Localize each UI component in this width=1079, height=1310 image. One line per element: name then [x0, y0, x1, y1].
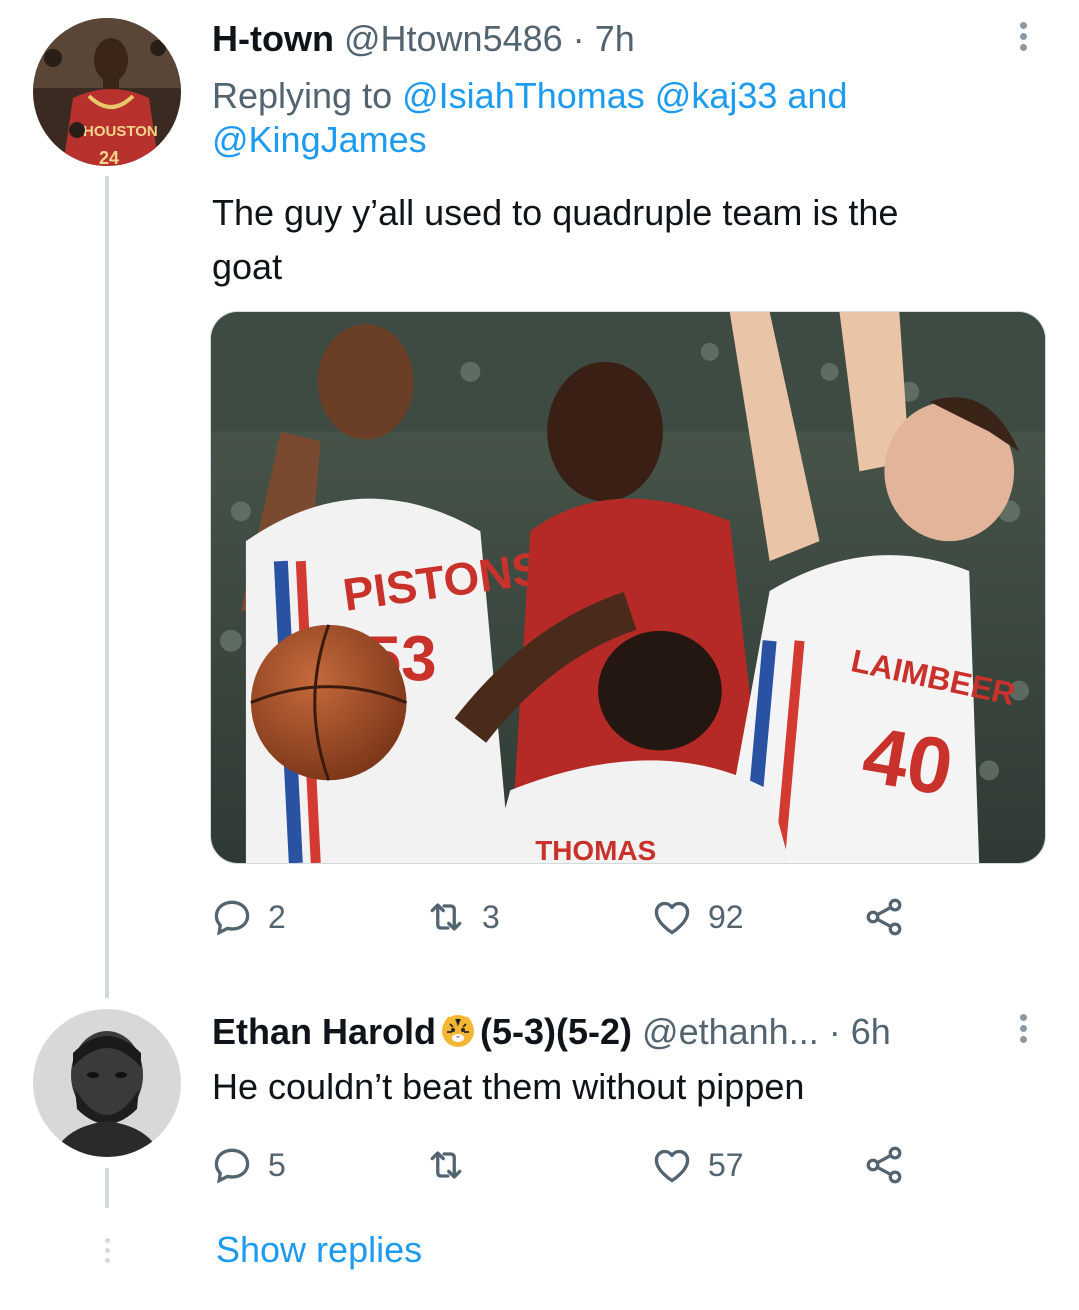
- retweet-button[interactable]: [424, 1140, 482, 1190]
- like-button[interactable]: 92: [650, 892, 744, 942]
- replying-to: Replying to @IsiahThomas @kaj33 and @Kin…: [212, 74, 992, 162]
- avatar-ethan-image: [33, 1009, 181, 1157]
- replying-to-label: Replying to: [212, 75, 393, 116]
- heart-icon: [654, 901, 690, 935]
- reply-icon: [214, 1148, 250, 1184]
- thread-gap-dots-icon: [100, 1233, 114, 1273]
- tweet-htown-header: H-town @Htown5486 · 7h: [212, 17, 635, 61]
- tweet-ethan[interactable]: Ethan Harold (5-3)(5-2) @ethanh... · 6h H…: [0, 990, 1079, 1310]
- tweet-time[interactable]: 7h: [595, 18, 635, 59]
- share-icon: [866, 898, 902, 936]
- reply-count: 2: [268, 898, 286, 935]
- retweet-count: 3: [482, 898, 500, 935]
- avatar-htown-jersey-number: 24: [99, 148, 119, 166]
- thread-line: [105, 176, 109, 998]
- reply-icon: [214, 900, 250, 936]
- reply-count: 5: [268, 1146, 286, 1183]
- mention-kaj33[interactable]: @kaj33: [655, 75, 778, 116]
- retweet-icon: [430, 1151, 462, 1179]
- more-options-icon[interactable]: [1013, 1010, 1033, 1050]
- share-button[interactable]: [862, 1140, 906, 1190]
- tweet-text-line1: The guy y’all used to quadruple team is …: [212, 192, 899, 233]
- photo-jersey-number-right: 40: [856, 709, 959, 812]
- mention-and-others[interactable]: and: [787, 75, 847, 116]
- author-handle[interactable]: @Htown5486: [344, 18, 563, 59]
- tiger-emoji-icon: [442, 1015, 475, 1047]
- show-replies-link[interactable]: Show replies: [216, 1228, 422, 1272]
- heart-icon: [654, 1149, 690, 1183]
- mention-kingjames[interactable]: @KingJames: [212, 119, 427, 160]
- share-icon: [866, 1146, 902, 1184]
- more-options-icon[interactable]: [1013, 18, 1033, 58]
- avatar-htown-image: HOUSTON 24: [33, 18, 181, 166]
- tweet-ethan-header: Ethan Harold (5-3)(5-2) @ethanh... · 6h: [212, 1010, 891, 1054]
- author-name-part1[interactable]: Ethan Harold: [212, 1011, 436, 1052]
- avatar-htown-jersey-text: HOUSTON: [83, 123, 158, 140]
- reply-button[interactable]: 5: [210, 1140, 286, 1190]
- tweet-htown-text: The guy y’all used to quadruple team is …: [212, 186, 1032, 294]
- author-name[interactable]: H-town: [212, 18, 334, 59]
- tweet-text-line2: goat: [212, 246, 283, 287]
- like-count: 57: [708, 1146, 744, 1183]
- tweet-ethan-text: He couldn’t beat them without pippen: [212, 1060, 1032, 1114]
- like-count: 92: [708, 898, 744, 935]
- tweet-time[interactable]: 6h: [851, 1011, 891, 1052]
- like-button[interactable]: 57: [650, 1140, 744, 1190]
- tweet-photo-image: PISTONS 53 LAIMBEER 40 THOMAS: [211, 312, 1045, 863]
- separator-dot: ·: [572, 18, 585, 59]
- reply-button[interactable]: 2: [210, 892, 286, 942]
- mention-isiahthomas[interactable]: @IsiahThomas: [402, 75, 645, 116]
- author-handle[interactable]: @ethanh...: [642, 1011, 819, 1052]
- retweet-icon: [430, 903, 462, 931]
- tweet-ethan-actions: 5 57: [210, 1140, 930, 1190]
- tweet-photo[interactable]: PISTONS 53 LAIMBEER 40 THOMAS: [210, 311, 1046, 864]
- photo-jersey-text-bottom: THOMAS: [535, 835, 656, 863]
- avatar-htown[interactable]: HOUSTON 24: [33, 18, 181, 166]
- tweet-htown[interactable]: HOUSTON 24 H-town @Htown5486 · 7h Replyi…: [0, 0, 1079, 998]
- thread-line-lower: [105, 1168, 109, 1208]
- author-name-part2[interactable]: (5-3)(5-2): [480, 1011, 632, 1052]
- tweet-text: He couldn’t beat them without pippen: [212, 1066, 805, 1107]
- avatar-ethan[interactable]: [33, 1009, 181, 1157]
- share-button[interactable]: [862, 892, 906, 942]
- tweet-htown-actions: 2 3 92: [210, 892, 930, 942]
- retweet-button[interactable]: 3: [424, 892, 500, 942]
- separator-dot: ·: [828, 1011, 841, 1052]
